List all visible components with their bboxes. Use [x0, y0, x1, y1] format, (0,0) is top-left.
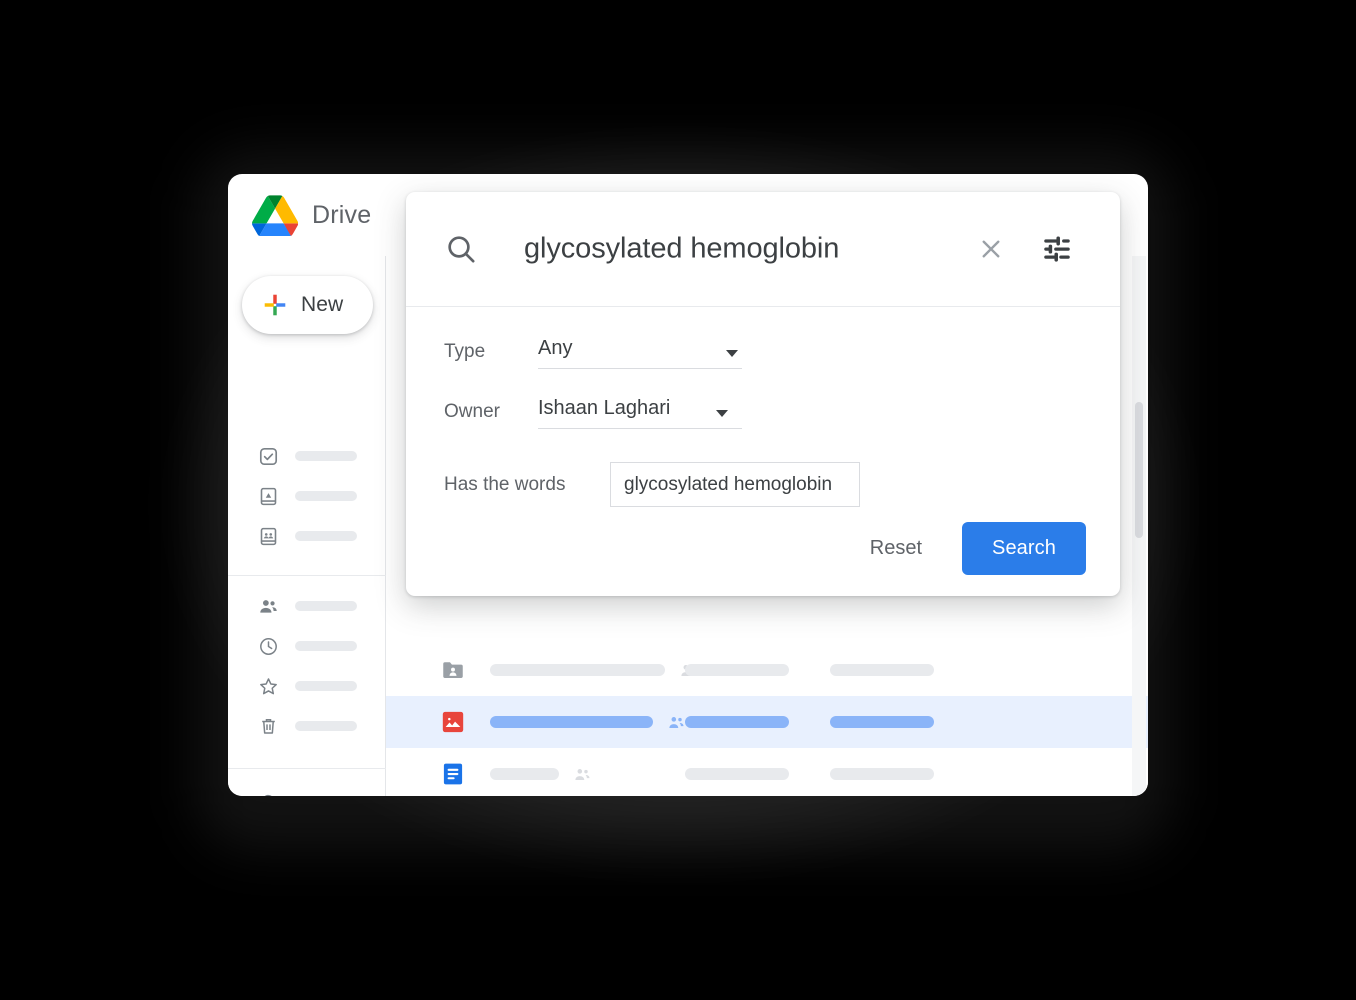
search-input[interactable]: glycosylated hemoglobin	[524, 233, 839, 266]
sidebar-item-label-placeholder	[295, 491, 357, 501]
filter-type-value: Any	[538, 337, 573, 359]
shared-folder-icon	[440, 657, 466, 683]
filter-owner-value: Ishaan Laghari	[538, 397, 671, 419]
shared-drives-icon	[258, 526, 279, 547]
search-dialog: glycosylated hemoglobin Type Any Owner I…	[406, 192, 1120, 596]
search-bar: glycosylated hemoglobin	[406, 192, 1120, 307]
scrollbar-thumb[interactable]	[1135, 402, 1143, 538]
new-button-label: New	[301, 293, 344, 316]
google-docs-icon	[440, 761, 466, 787]
sidebar-item-label-placeholder	[295, 601, 357, 611]
filter-owner-select[interactable]: Ishaan Laghari	[538, 397, 742, 429]
my-drive-icon	[258, 486, 279, 507]
app-title: Drive	[312, 200, 372, 229]
people-icon	[667, 713, 686, 732]
file-modified-placeholder	[830, 768, 934, 780]
star-icon	[258, 676, 279, 697]
sidebar-group-3	[228, 781, 386, 796]
filter-type: Type Any	[444, 337, 742, 369]
new-button[interactable]: New	[242, 276, 373, 334]
sidebar-item-label-placeholder	[295, 681, 357, 691]
file-name-placeholder	[490, 664, 665, 676]
people-icon	[573, 765, 592, 784]
search-icon	[444, 232, 478, 266]
sidebar-divider-2	[228, 768, 386, 769]
sidebar-item-recent[interactable]	[228, 626, 386, 666]
sidebar-item-starred[interactable]	[228, 666, 386, 706]
filter-owner-label: Owner	[444, 401, 500, 422]
sidebar-item-suggested[interactable]	[228, 436, 386, 476]
dialog-actions: Reset Search	[856, 522, 1086, 575]
cloud-icon	[258, 791, 279, 796]
table-row[interactable]	[386, 644, 1148, 696]
screenshot-canvas: Drive New glycosylated hemoglobin Type A…	[0, 0, 1356, 1000]
chevron-down-icon	[716, 410, 728, 417]
sidebar-item-trash[interactable]	[228, 706, 386, 746]
sidebar-item-label-placeholder	[295, 531, 357, 541]
search-button[interactable]: Search	[962, 522, 1086, 575]
file-owner-placeholder	[685, 768, 789, 780]
plus-icon	[262, 292, 288, 318]
has-the-words-input[interactable]: glycosylated hemoglobin	[610, 462, 860, 507]
sidebar-item-label-placeholder	[295, 451, 357, 461]
trash-icon	[258, 716, 279, 737]
file-owner-placeholder	[685, 664, 789, 676]
file-name-placeholder	[490, 716, 653, 728]
sidebar-item-storage[interactable]	[228, 781, 386, 796]
sidebar-item-label-placeholder	[295, 721, 357, 731]
check-square-icon	[258, 446, 279, 467]
sidebar-item-shared-drives[interactable]	[228, 516, 386, 556]
app-header: Drive	[228, 174, 386, 256]
sidebar-group-1	[228, 436, 386, 556]
file-name-placeholder	[490, 768, 559, 780]
file-owner-placeholder	[685, 716, 789, 728]
sidebar-group-2	[228, 586, 386, 746]
sidebar-item-label-placeholder	[295, 641, 357, 651]
filter-has-the-words: Has the words glycosylated hemoglobin	[444, 462, 860, 507]
image-file-icon	[440, 709, 466, 735]
filter-type-label: Type	[444, 341, 486, 362]
chevron-down-icon	[726, 350, 738, 357]
sidebar-item-my-drive[interactable]	[228, 476, 386, 516]
filter-owner: Owner Ishaan Laghari	[444, 397, 742, 429]
filter-type-select[interactable]: Any	[538, 337, 742, 369]
sidebar: New	[228, 256, 386, 796]
close-icon[interactable]	[976, 234, 1006, 264]
file-modified-placeholder	[830, 716, 934, 728]
sidebar-divider-1	[228, 575, 386, 576]
filter-has-the-words-label: Has the words	[444, 473, 566, 495]
table-row[interactable]	[386, 696, 1148, 748]
table-row[interactable]	[386, 748, 1148, 796]
reset-button[interactable]: Reset	[856, 527, 936, 570]
people-icon	[258, 596, 279, 617]
file-modified-placeholder	[830, 664, 934, 676]
sidebar-item-shared-with-me[interactable]	[228, 586, 386, 626]
tune-filter-icon[interactable]	[1040, 232, 1074, 266]
clock-icon	[258, 636, 279, 657]
google-drive-logo-icon	[252, 194, 299, 237]
